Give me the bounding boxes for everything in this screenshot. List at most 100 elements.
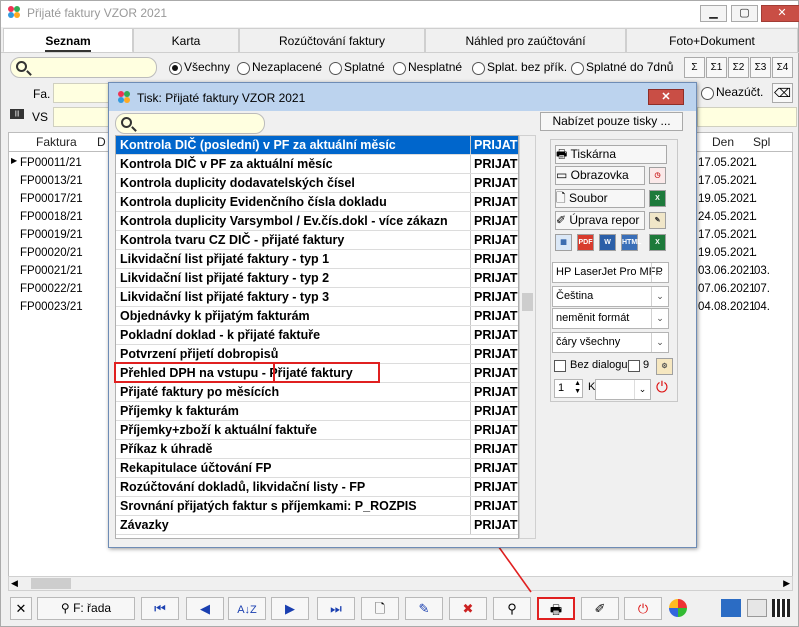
report-list-item[interactable]: Kontrola duplicity Varsymbol / Ev.čís.do… xyxy=(116,212,518,231)
qr-code-icon[interactable] xyxy=(772,599,790,617)
report-list-item[interactable]: Likvidační list přijaté faktury - typ 2 P… xyxy=(116,269,518,288)
report-list-item[interactable]: Kontrola duplicity Evidenčního čísla dok… xyxy=(116,193,518,212)
print-button[interactable]: 🖶 xyxy=(537,597,575,620)
tab-rozuctovani[interactable]: Rozúčtování faktury xyxy=(239,28,425,53)
horizontal-scrollbar[interactable]: ◀ ▶ xyxy=(8,576,793,591)
report-list-item[interactable]: Příjemky+zboží k aktuální faktuře PRIJAT xyxy=(116,421,518,440)
minimize-button[interactable]: ▁ xyxy=(700,5,727,22)
dialog-search-input[interactable] xyxy=(115,113,265,134)
right-yellow-field[interactable] xyxy=(697,107,797,127)
word-export-icon[interactable]: W xyxy=(599,234,616,251)
sigma-button[interactable]: Σ xyxy=(684,57,705,78)
report-list-item[interactable]: Příjemky k fakturám PRIJAT xyxy=(116,402,518,421)
vs-field[interactable] xyxy=(53,107,113,127)
report-list-item[interactable]: Kontrola DIČ v PF za aktuální měsíc PRIJA… xyxy=(116,155,518,174)
report-list-item[interactable]: Srovnání přijatých faktur s příjemkami: … xyxy=(116,497,518,516)
report-list-item[interactable]: Kontrola duplicity dodavatelských čísel P… xyxy=(116,174,518,193)
scroll-thumb[interactable] xyxy=(522,293,533,311)
find-series-button[interactable]: ⚲ F: řada xyxy=(37,597,135,620)
language-select[interactable]: Čeština ⌄ xyxy=(552,286,669,307)
sigma3-button[interactable]: Σ3 xyxy=(750,57,771,78)
report-list-item[interactable]: Rozúčtování dokladů, likvidační listy - … xyxy=(116,478,518,497)
filter-splatne[interactable]: Splatné xyxy=(329,60,385,76)
chevron-down-icon: ⌄ xyxy=(634,380,650,399)
report-list-item[interactable]: Pokladní doklad - k přijaté faktuře PRIJA… xyxy=(116,326,518,345)
lines-select[interactable]: čáry všechny ⌄ xyxy=(552,332,669,353)
new-record-button[interactable]: 🗋 xyxy=(361,597,399,620)
filter-vsechny[interactable]: Všechny xyxy=(169,60,230,76)
fa-field[interactable] xyxy=(53,83,113,103)
prev-record-button[interactable]: ◀ xyxy=(186,597,224,620)
format-select[interactable]: neměnit formát ⌄ xyxy=(552,308,669,329)
report-list-item[interactable]: Závazky PRIJAT xyxy=(116,516,518,535)
chevron-down-icon: ⌄ xyxy=(651,333,668,352)
search-icon xyxy=(121,117,132,128)
report-list-item[interactable]: Likvidační list přijaté faktury - typ 1 P… xyxy=(116,250,518,269)
report-list-item[interactable]: Kontrola tvaru CZ DIČ - přijaté faktury P… xyxy=(116,231,518,250)
tab-nahled[interactable]: Náhled pro zaúčtování xyxy=(425,28,626,53)
colors-icon[interactable] xyxy=(669,599,687,617)
last-icon: ⏭ xyxy=(330,601,342,616)
report-list-item[interactable]: Objednávky k přijatým fakturám PRIJAT xyxy=(116,307,518,326)
eraser-button[interactable]: ⌫ xyxy=(772,83,793,103)
filter-neazuct[interactable]: Neazúčt. xyxy=(701,85,763,101)
printer-select[interactable]: HP LaserJet Pro MFP ⌄ xyxy=(552,262,669,283)
scroll-thumb[interactable] xyxy=(31,578,71,589)
report-list-item[interactable]: Přehled DPH na vstupu - Přijaté faktury P… xyxy=(116,364,518,383)
maximize-button[interactable]: ▢ xyxy=(731,5,758,22)
report-list-item[interactable]: Přijaté faktury po měsících PRIJAT xyxy=(116,383,518,402)
close-button[interactable]: ✕ xyxy=(761,5,799,22)
excel-icon[interactable]: X xyxy=(649,190,666,207)
label-fa: Fa. xyxy=(33,87,51,101)
table-export-icon[interactable]: ▦ xyxy=(555,234,572,251)
tab-foto-dokument[interactable]: Foto+Dokument xyxy=(626,28,798,53)
edit-report-button[interactable]: ✐ Úprava repor xyxy=(555,211,645,230)
excel-export-icon[interactable]: X xyxy=(649,234,666,251)
scanner-icon[interactable] xyxy=(747,599,767,617)
no-dialog-checkbox[interactable] xyxy=(554,360,566,372)
copies-stepper[interactable]: 1 ▲ ▼ xyxy=(554,379,583,398)
report-list-scrollbar[interactable] xyxy=(519,135,536,539)
report-list-item[interactable]: Příkaz k úhradě PRIJAT xyxy=(116,440,518,459)
printer-output-button[interactable]: 🖶 Tiskárna xyxy=(555,145,667,164)
screen-output-button[interactable]: ▭ Obrazovka xyxy=(555,166,645,185)
sigma4-button[interactable]: Σ4 xyxy=(772,57,793,78)
html-export-icon[interactable]: HTML xyxy=(621,234,641,251)
maximize-icon: ▢ xyxy=(739,7,750,19)
count-checkbox[interactable] xyxy=(628,360,640,372)
sort-button[interactable]: A↓Z xyxy=(228,597,266,620)
report-list-item[interactable]: Likvidační list přijaté faktury - typ 3 P… xyxy=(116,288,518,307)
filter-splat-bez-prik[interactable]: Splat. bez přík. xyxy=(472,60,567,76)
cancel-button[interactable]: ✕ xyxy=(10,597,32,620)
file-output-button[interactable]: 🗋 Soubor xyxy=(555,189,645,208)
delete-record-button[interactable]: ✖ xyxy=(449,597,487,620)
report-list-item[interactable]: Kontrola DIČ (poslední) v PF za aktuální… xyxy=(116,136,518,155)
pdf-export-icon[interactable]: PDF xyxy=(577,234,594,251)
settings-icon[interactable]: ⚙ xyxy=(656,358,673,375)
next-record-button[interactable]: ▶ xyxy=(271,597,309,620)
report-designer-icon[interactable]: ✎ xyxy=(649,212,666,229)
sigma2-button[interactable]: Σ2 xyxy=(728,57,749,78)
screen-options-icon[interactable]: ◷ xyxy=(649,167,666,184)
only-prints-button[interactable]: Nabízet pouze tisky ... xyxy=(540,112,683,131)
col-d: D xyxy=(97,135,106,149)
sigma1-button[interactable]: Σ1 xyxy=(706,57,727,78)
report-list-item[interactable]: Rekapitulace účtování FP PRIJAT xyxy=(116,459,518,478)
dialog-close-button[interactable]: ✕ xyxy=(648,89,684,105)
edit-record-button[interactable]: ✎ xyxy=(405,597,443,620)
report-edit-button[interactable]: ✐ xyxy=(581,597,619,620)
tab-karta[interactable]: Karta xyxy=(133,28,239,53)
power-icon[interactable]: ⏻ xyxy=(656,379,668,396)
report-list-item[interactable]: Potvrzení přijetí dobropisů PRIJAT xyxy=(116,345,518,364)
filter-nesplatne[interactable]: Nesplatné xyxy=(393,60,462,76)
first-record-button[interactable]: ⏮ xyxy=(141,597,179,620)
filter-nezaplacene[interactable]: Nezaplacené xyxy=(237,60,322,76)
last-record-button[interactable]: ⏭ xyxy=(317,597,355,620)
k-select[interactable]: ⌄ xyxy=(595,379,651,400)
network-icon[interactable] xyxy=(721,599,741,617)
filter-splatne-7dnu[interactable]: Splatné do 7dnů xyxy=(571,60,673,76)
power-button[interactable]: ⏻ xyxy=(624,597,662,620)
search-input[interactable] xyxy=(10,57,157,78)
tab-seznam[interactable]: Seznam xyxy=(3,28,133,53)
search-record-button[interactable]: ⚲ xyxy=(493,597,531,620)
